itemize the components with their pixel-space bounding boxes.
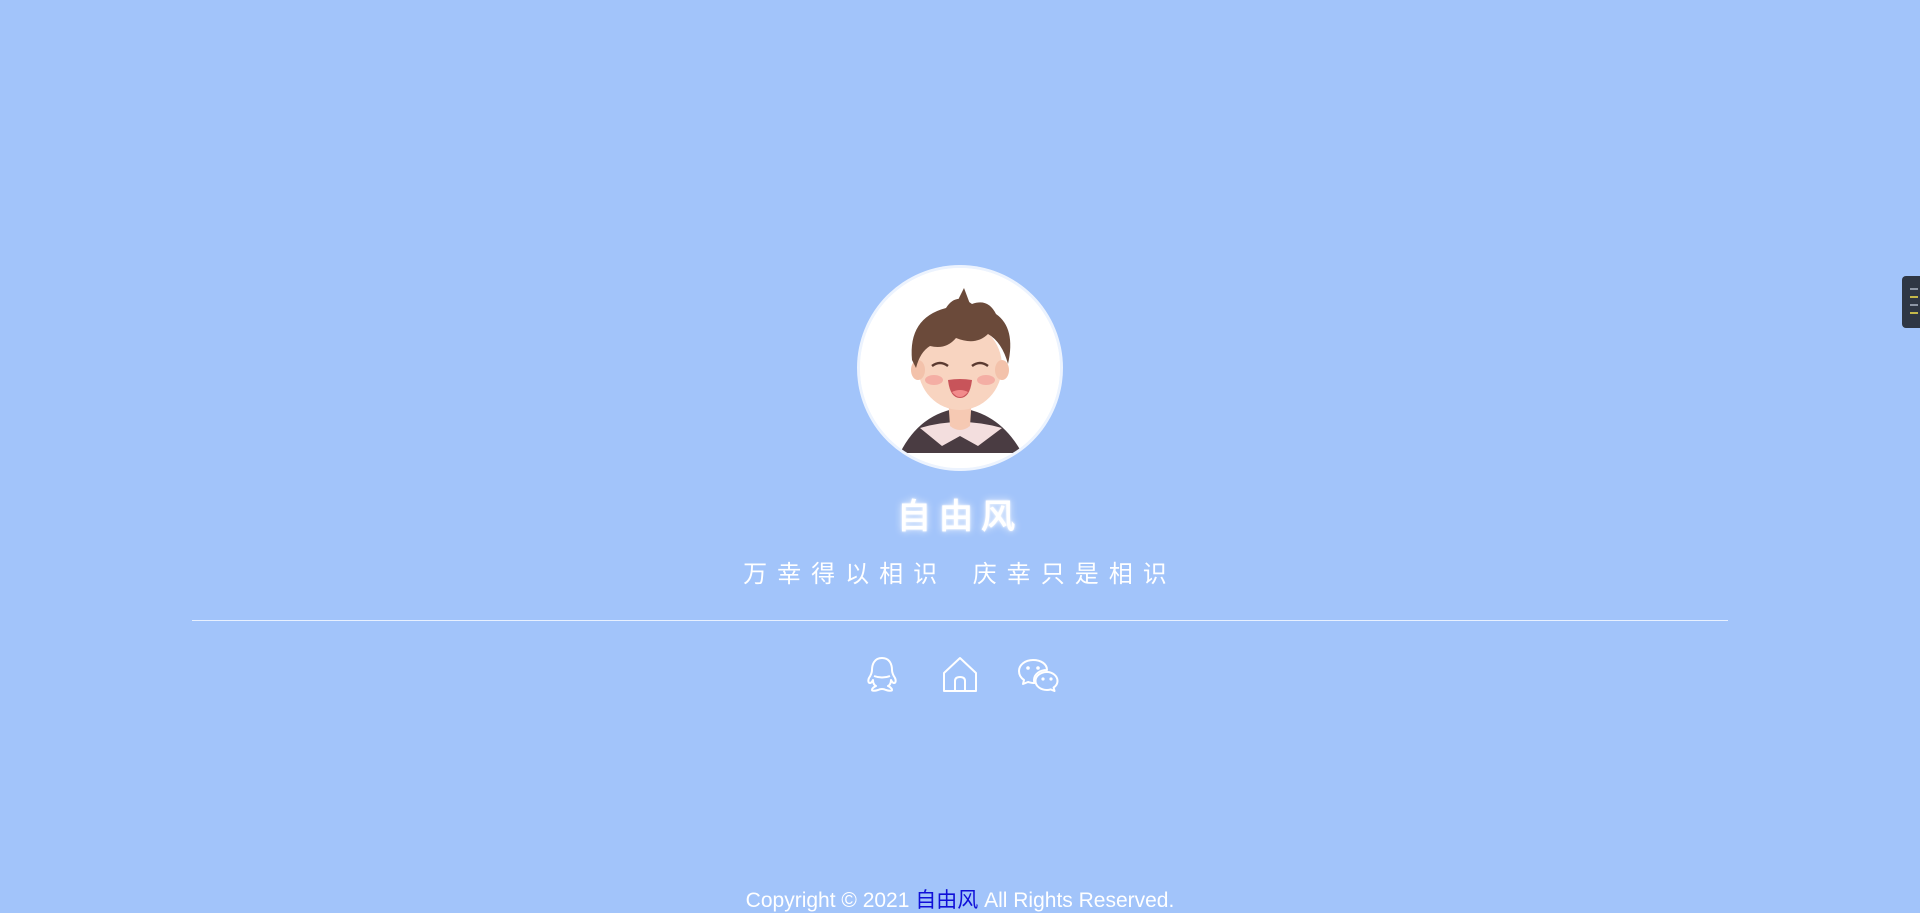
handle-grip (1910, 312, 1918, 314)
side-toolbar-handle[interactable] (1902, 276, 1920, 328)
home-link[interactable] (938, 652, 982, 696)
profile-name: 自由风 (897, 497, 1023, 537)
handle-grip (1910, 288, 1918, 290)
footer-author-link[interactable]: 自由风 (915, 889, 978, 912)
divider (192, 620, 1728, 621)
wechat-icon (1018, 659, 1059, 692)
handle-grip (1910, 304, 1918, 306)
social-links (0, 652, 1920, 696)
qq-link[interactable] (860, 652, 904, 696)
profile-card: 自由风 万幸得以相识 庆幸只是相识 (0, 268, 1920, 589)
handle-grip (1910, 296, 1918, 298)
footer-prefix: Copyright © 2021 (745, 889, 916, 912)
profile-motto: 万幸得以相识 庆幸只是相识 (743, 560, 1177, 588)
avatar (860, 268, 1060, 468)
home-icon (943, 657, 977, 692)
footer-suffix: All Rights Reserved. (978, 889, 1175, 912)
footer-copyright: Copyright © 2021 自由风 All Rights Reserved… (0, 888, 1920, 913)
qq-icon (867, 657, 897, 692)
avatar-illustration (860, 268, 1060, 468)
page: 自由风 万幸得以相识 庆幸只是相识 Copyright © 2021 自由风 A… (0, 0, 1920, 913)
wechat-link[interactable] (1016, 652, 1060, 696)
